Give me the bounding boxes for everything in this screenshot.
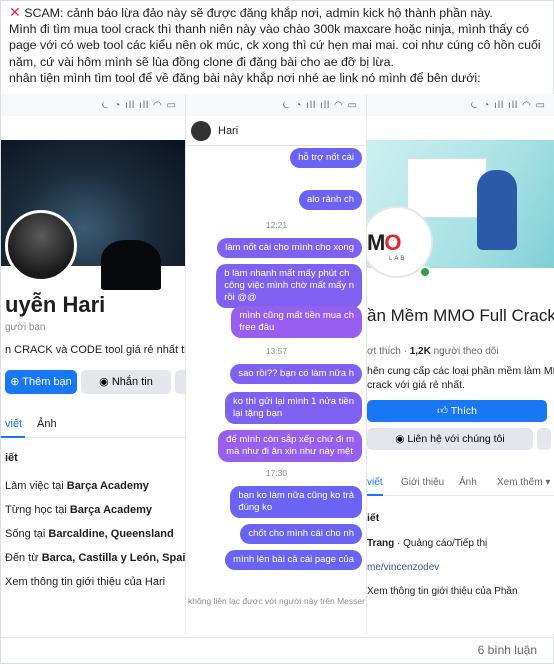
info-study: Từng học tại Barça Academy bbox=[5, 504, 152, 516]
post-line-2: Mình đi tìm mua tool crack thì thanh niê… bbox=[9, 22, 530, 37]
messenger-icon: ◉ bbox=[395, 433, 405, 445]
info-from: Đến từ Barca, Castilla y León, Spain bbox=[5, 552, 186, 564]
post-line-1: ✕ SCAM: cảnh báo lừa đảo này sẽ được đăn… bbox=[9, 4, 493, 20]
illustration-screen bbox=[407, 158, 487, 218]
tab-photos[interactable]: Ảnh bbox=[459, 477, 477, 488]
tab-more[interactable]: Xem thêm ▾ bbox=[497, 477, 550, 488]
logo-letter-o: O bbox=[384, 230, 401, 255]
chat-bubble: alo rảnh ch bbox=[298, 190, 362, 210]
page-category: Trang · Quảng cáo/Tiếp thị bbox=[367, 538, 488, 549]
like-button[interactable]: 👍︎ Thích bbox=[367, 400, 547, 422]
profile-bio: n CRACK và CODE tool giá rẻ nhất thị trư bbox=[5, 344, 185, 356]
more-button[interactable] bbox=[537, 428, 551, 450]
chat-bubble: b làm nhanh mất mấy phút ch công việc mìn… bbox=[216, 264, 362, 308]
chat-bubble: bạn ko làm nữa cũng ko trả đúng ko bbox=[230, 486, 362, 518]
info-work: Làm việc tại Barça Academy bbox=[5, 480, 149, 492]
online-status-dot bbox=[419, 266, 431, 278]
tab-photos[interactable]: Ảnh bbox=[37, 418, 57, 430]
add-friend-icon: ⊕ bbox=[10, 376, 20, 388]
post-card: ✕ SCAM: cảnh báo lừa đảo này sẽ được đăn… bbox=[0, 0, 554, 664]
page-name: ần Mềm MMO Full Crack Giá bbox=[367, 306, 554, 325]
tab-posts[interactable]: viết bbox=[5, 418, 22, 430]
more-button[interactable] bbox=[175, 370, 185, 394]
see-more-link[interactable]: Xem thông tin giới thiệu của Phần bbox=[367, 586, 518, 597]
thumbs-up-icon: 👍︎ bbox=[437, 405, 448, 417]
add-friend-label: Thêm bạn bè bbox=[22, 376, 72, 412]
tab-posts[interactable]: viết bbox=[367, 477, 383, 488]
tab-about[interactable]: Giới thiệu bbox=[401, 477, 444, 488]
active-tab-indicator bbox=[1, 436, 25, 438]
page-tabs: viết Giới thiệu Ảnh Xem thêm ▾ bbox=[367, 472, 554, 496]
profile-name: uyễn Hari bbox=[5, 292, 106, 317]
chat-bubble: hỗ trợ nốt cài bbox=[290, 148, 362, 168]
chat-bubble: chốt cho mình cái cho nh bbox=[240, 524, 362, 544]
profile-subtitle: gười bạn bbox=[5, 322, 46, 333]
status-bar: ⏾ ◔ ıll ıll ◠ ▭ bbox=[186, 94, 366, 116]
profile-tabs: viết Ảnh bbox=[1, 412, 185, 438]
chat-header: Hari bbox=[186, 116, 366, 146]
chat-bubble: ko thì gửi lại mình 1 nửa tiền lại tặng b… bbox=[225, 392, 362, 424]
info-see-more-link[interactable]: Xem thông tin giới thiệu của Hari bbox=[5, 576, 165, 588]
comment-count[interactable]: 6 bình luận bbox=[478, 643, 537, 657]
info-lives: Sống tại Barcaldine, Queensland bbox=[5, 528, 174, 540]
page-screenshot[interactable]: ⏾ ◔ ıll ıll ◠ ▭ MO LAB ần Mềm MMO Full C… bbox=[367, 94, 554, 634]
post-line-3: page với có web tool các kiểu nên ok múc… bbox=[9, 38, 541, 53]
post-line-4: năm, cứ vài hôm mình sẽ lùa đồng clone đ… bbox=[9, 54, 394, 69]
divider bbox=[1, 637, 554, 638]
page-link[interactable]: me/vincenzodev bbox=[367, 562, 439, 573]
status-bar: ⏾ ◔ ıll ıll ◠ ▭ bbox=[367, 94, 554, 116]
chat-contact-name: Hari bbox=[218, 125, 239, 137]
messenger-icon: ◉ bbox=[99, 376, 109, 388]
chat-timestamp: 17:30 bbox=[265, 468, 288, 478]
chat-bubble: mình cũng mất tiền mua ch free đâu bbox=[231, 306, 362, 338]
chat-bubble: mình lên bài cả cái page của bbox=[225, 550, 362, 570]
add-friend-button[interactable]: ⊕ Thêm bạn bè bbox=[5, 370, 77, 412]
chat-footer-notice: không liên lạc được với người này trên M… bbox=[188, 596, 365, 606]
tree-silhouette bbox=[101, 240, 161, 290]
chevron-down-icon: ▾ bbox=[545, 477, 551, 488]
logo-lab: LAB bbox=[389, 256, 407, 262]
message-label: Nhắn tin bbox=[111, 376, 153, 388]
avatar bbox=[191, 121, 211, 141]
contact-label: Liên hệ với chúng tôi bbox=[407, 433, 505, 445]
contact-button[interactable]: ◉ Liên hệ với chúng tôi bbox=[367, 428, 533, 450]
chat-bubble: làm nốt cài cho mình cho xong bbox=[217, 238, 362, 258]
screenshot-gallery[interactable]: ⏾ ◔ ıll ıll ◠ ▭ uyễn Hari gười bạn n CRA… bbox=[1, 94, 554, 634]
chat-bubble: để mình còn sắp xếp chứ đi m mà như đi ăn… bbox=[218, 430, 362, 462]
active-tab-indicator bbox=[367, 494, 383, 496]
chat-timestamp: 12:21 bbox=[265, 220, 288, 230]
section-title: iết bbox=[367, 512, 380, 524]
like-label: Thích bbox=[450, 405, 477, 417]
chat-bubble: sao rồi?? bạn có làm nữa h bbox=[230, 364, 362, 384]
illustration-person bbox=[477, 170, 517, 250]
section-title: iết bbox=[5, 452, 18, 464]
profile-screenshot[interactable]: ⏾ ◔ ıll ıll ◠ ▭ uyễn Hari gười bạn n CRA… bbox=[1, 94, 186, 634]
message-button[interactable]: ◉ Nhắn tin bbox=[81, 370, 171, 394]
page-description: hên cung cấp các loại phần mềm làm MMO cr… bbox=[367, 365, 554, 391]
post-line-5: nhân tiện mình tìm tool để về đăng bài n… bbox=[9, 70, 481, 85]
chat-screenshot[interactable]: ⏾ ◔ ıll ıll ◠ ▭ Hari hỗ trợ nốt cài alo r… bbox=[186, 94, 367, 634]
chat-timestamp: 13:57 bbox=[265, 346, 288, 356]
red-x-icon: ✕ bbox=[9, 4, 21, 20]
status-bar: ⏾ ◔ ıll ıll ◠ ▭ bbox=[1, 94, 185, 116]
post-text: ✕ SCAM: cảnh báo lừa đảo này sẽ được đăn… bbox=[9, 4, 549, 86]
page-stats: ợt thích · 1,2K người theo dõi bbox=[367, 346, 499, 357]
avatar bbox=[5, 210, 77, 282]
logo-letter-m: M bbox=[367, 230, 385, 255]
